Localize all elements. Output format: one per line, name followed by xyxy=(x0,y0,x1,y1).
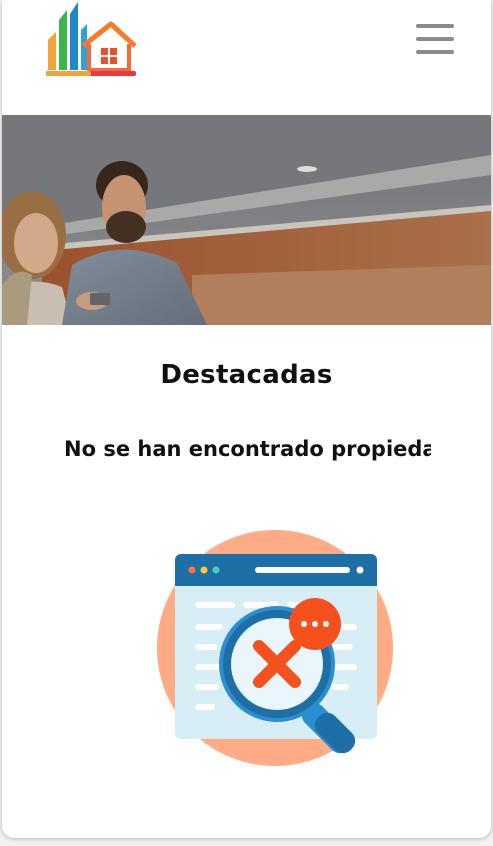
hamburger-menu-icon xyxy=(416,24,454,28)
logo-icon xyxy=(46,2,137,76)
couple-photo xyxy=(2,115,491,325)
hamburger-line-middle xyxy=(416,37,454,41)
site-logo[interactable] xyxy=(43,0,138,80)
hero-image xyxy=(2,115,491,325)
page-frame: Destacadas No se han encontrado propieda… xyxy=(2,0,491,838)
site-header xyxy=(2,0,491,115)
featured-section-title: Destacadas xyxy=(160,360,333,390)
no-results-magnifier-icon xyxy=(157,530,393,766)
hamburger-menu-button[interactable] xyxy=(416,24,454,58)
search-no-results-illustration xyxy=(155,528,400,778)
hamburger-line-bottom xyxy=(416,50,454,54)
no-properties-message: No se han encontrado propiedades xyxy=(64,437,431,461)
